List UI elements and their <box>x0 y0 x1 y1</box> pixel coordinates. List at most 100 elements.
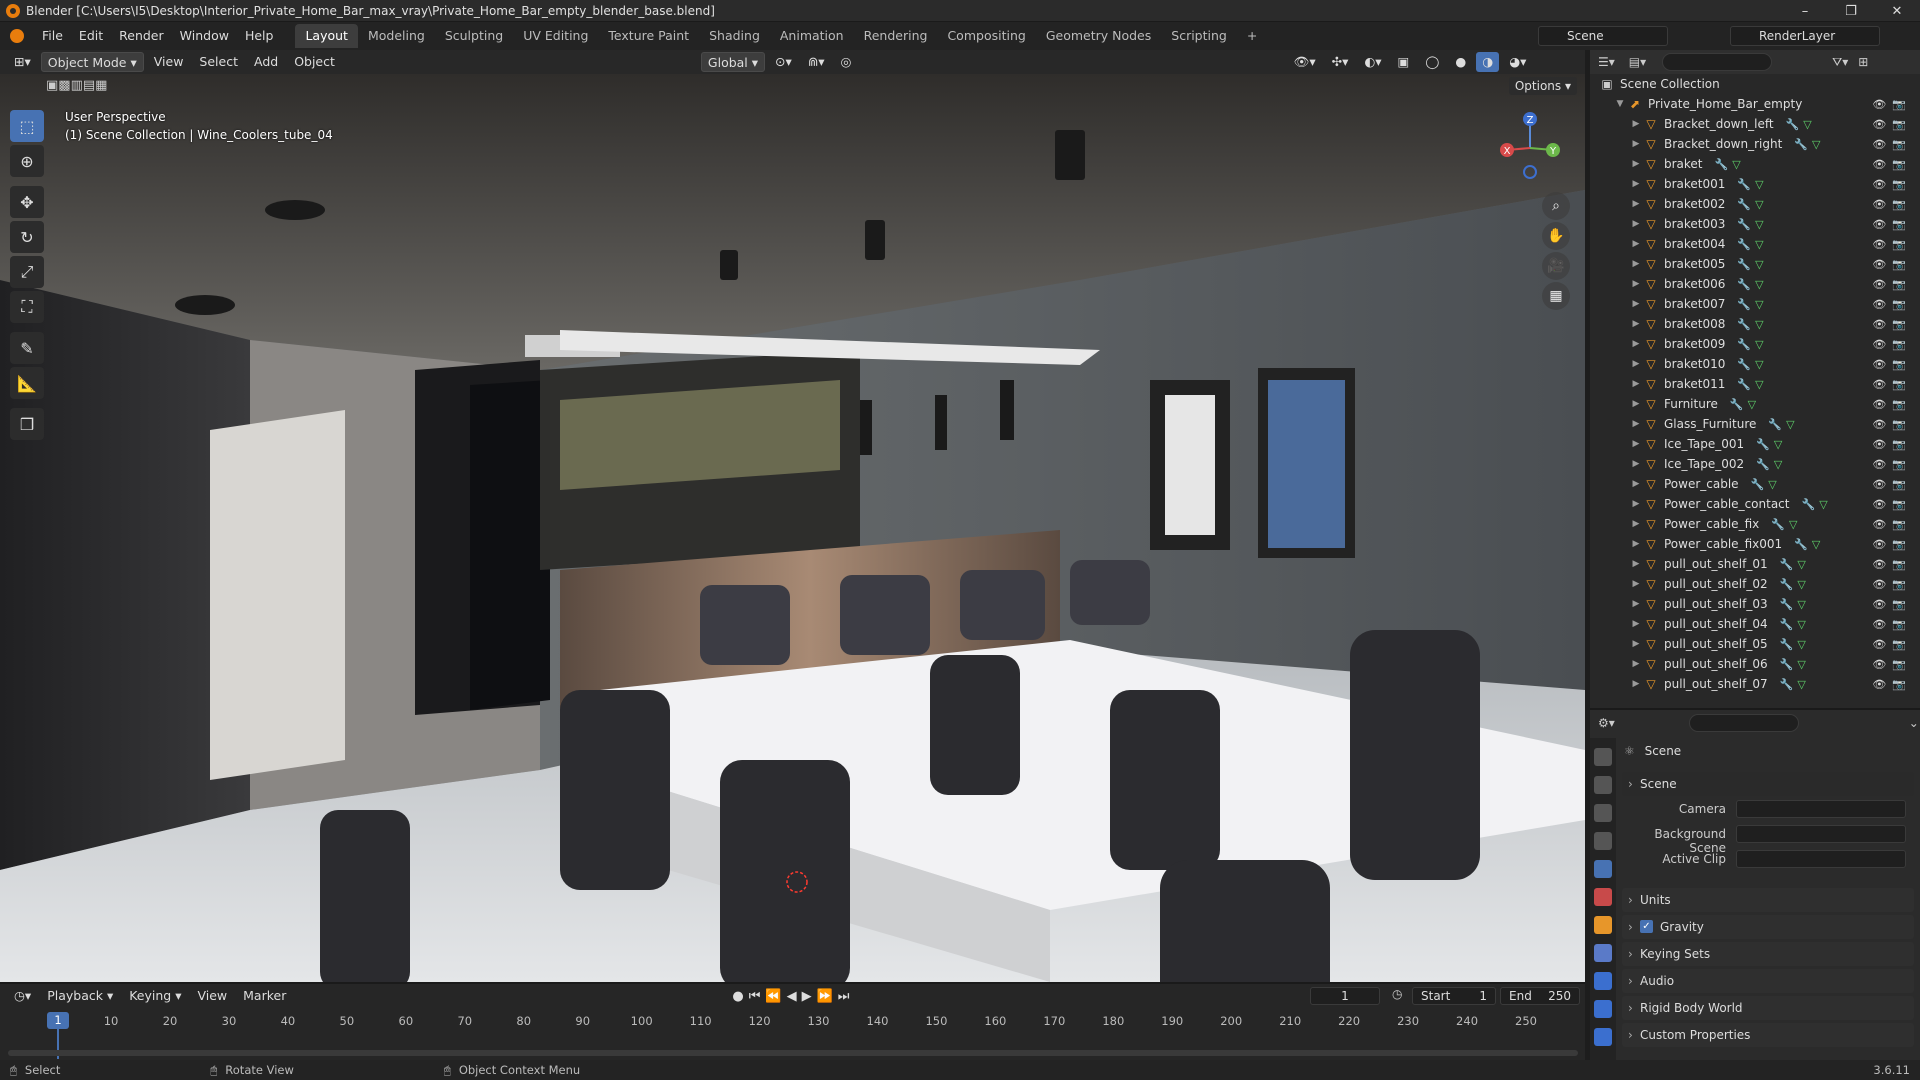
expand-triangle-icon[interactable]: ▶ <box>1630 339 1642 349</box>
section-keying-sets[interactable]: Keying Sets <box>1622 942 1914 966</box>
modifier-icon[interactable]: 🔧 <box>1786 118 1800 131</box>
expand-triangle-icon[interactable]: ▶ <box>1630 359 1642 369</box>
gravity-checkbox[interactable]: ✓ <box>1640 920 1653 933</box>
outliner-item[interactable]: ▶ ▽ Power_cable_fix 🔧 ▽ 👁📷 <box>1590 514 1920 534</box>
visibility-icons[interactable]: 👁📷 <box>1872 458 1912 471</box>
tab-texture-paint[interactable]: Texture Paint <box>598 24 699 48</box>
outliner-item[interactable]: ▶ ▽ Glass_Furniture 🔧 ▽ 👁📷 <box>1590 414 1920 434</box>
outliner-item[interactable]: ▶ ▽ braket002 🔧 ▽ 👁📷 <box>1590 194 1920 214</box>
visibility-icons[interactable]: 👁📷 <box>1872 678 1912 691</box>
expand-triangle-icon[interactable]: ▶ <box>1630 299 1642 309</box>
menu-edit[interactable]: Edit <box>71 25 111 47</box>
section-gravity[interactable]: ✓ Gravity <box>1622 915 1914 939</box>
mesh-data-icon[interactable]: ▽ <box>1774 438 1782 451</box>
object-tab-icon[interactable] <box>1594 916 1612 934</box>
outliner-item[interactable]: ▶ ▽ pull_out_shelf_07 🔧 ▽ 👁📷 <box>1590 674 1920 694</box>
visibility-icons[interactable]: 👁📷 <box>1872 418 1912 431</box>
expand-triangle-icon[interactable]: ▶ <box>1630 579 1642 589</box>
outliner-item[interactable]: ▶ ▽ Bracket_down_left 🔧 ▽ 👁📷 <box>1590 114 1920 134</box>
rendered-shading-icon[interactable]: ◕▾ <box>1503 52 1532 72</box>
modifier-icon[interactable]: 🔧 <box>1801 498 1815 511</box>
mesh-data-icon[interactable]: ▽ <box>1774 458 1782 471</box>
expand-triangle-icon[interactable]: ▼ <box>1614 99 1626 109</box>
modifier-icon[interactable]: 🔧 <box>1737 358 1751 371</box>
physics-tab-icon[interactable] <box>1594 1000 1612 1018</box>
proportional-edit-icon[interactable]: ◎ <box>835 52 858 72</box>
expand-triangle-icon[interactable]: ▶ <box>1630 219 1642 229</box>
modifier-icon[interactable]: 🔧 <box>1780 578 1794 591</box>
expand-triangle-icon[interactable]: ▶ <box>1630 279 1642 289</box>
properties-search-input[interactable] <box>1688 714 1799 732</box>
visibility-icons[interactable]: 👁📷 <box>1872 598 1912 611</box>
tab-animation[interactable]: Animation <box>770 24 854 48</box>
expand-triangle-icon[interactable]: ▶ <box>1630 459 1642 469</box>
rotate-tool[interactable]: ↻ <box>10 221 44 253</box>
expand-triangle-icon[interactable]: ▶ <box>1630 639 1642 649</box>
expand-triangle-icon[interactable]: ▶ <box>1630 659 1642 669</box>
outliner-item[interactable]: ▶ ▽ pull_out_shelf_05 🔧 ▽ 👁📷 <box>1590 634 1920 654</box>
outliner-item[interactable]: ▶ ▽ braket006 🔧 ▽ 👁📷 <box>1590 274 1920 294</box>
expand-triangle-icon[interactable]: ▶ <box>1630 259 1642 269</box>
tab-rendering[interactable]: Rendering <box>854 24 938 48</box>
visibility-icons[interactable]: 👁📷 <box>1872 398 1912 411</box>
visibility-icons[interactable]: 👁📷 <box>1872 618 1912 631</box>
outliner-item[interactable]: ▶ ▽ pull_out_shelf_04 🔧 ▽ 👁📷 <box>1590 614 1920 634</box>
transform-tool[interactable]: ⛶ <box>10 291 44 323</box>
expand-triangle-icon[interactable]: ▶ <box>1630 379 1642 389</box>
modifier-icon[interactable]: 🔧 <box>1737 298 1751 311</box>
mesh-data-icon[interactable]: ▽ <box>1812 138 1820 151</box>
menu-render[interactable]: Render <box>111 25 172 47</box>
view-layer-tab-icon[interactable] <box>1594 832 1612 850</box>
modifier-icon[interactable]: 🔧 <box>1737 318 1751 331</box>
modifier-icon[interactable]: 🔧 <box>1737 378 1751 391</box>
visibility-icons[interactable]: 👁📷 <box>1872 198 1912 211</box>
outliner-item[interactable]: ▶ ▽ braket007 🔧 ▽ 👁📷 <box>1590 294 1920 314</box>
tab-shading[interactable]: Shading <box>699 24 770 48</box>
mesh-data-icon[interactable]: ▽ <box>1803 118 1811 131</box>
visibility-icons[interactable]: 👁📷 <box>1872 318 1912 331</box>
visibility-icons[interactable]: 👁📷 <box>1872 658 1912 671</box>
mesh-data-icon[interactable]: ▽ <box>1797 578 1805 591</box>
modifier-icon[interactable]: 🔧 <box>1730 398 1744 411</box>
mesh-data-icon[interactable]: ▽ <box>1755 378 1763 391</box>
blender-menu-icon[interactable] <box>0 25 34 47</box>
outliner-item[interactable]: ▶ ▽ pull_out_shelf_06 🔧 ▽ 👁📷 <box>1590 654 1920 674</box>
render-tab-icon[interactable] <box>1594 776 1612 794</box>
mode-selector[interactable]: Object Mode ▾ <box>40 52 144 72</box>
expand-triangle-icon[interactable]: ▶ <box>1630 539 1642 549</box>
expand-triangle-icon[interactable]: ▶ <box>1630 499 1642 509</box>
playhead-frame[interactable]: 1 <box>47 1012 69 1029</box>
modifier-icon[interactable]: 🔧 <box>1780 678 1794 691</box>
tab-layout[interactable]: Layout <box>295 24 358 48</box>
add-cube-tool[interactable]: ❒ <box>10 408 44 440</box>
outliner-search-input[interactable] <box>1662 53 1773 71</box>
outliner-item[interactable]: ▶ ▽ Ice_Tape_002 🔧 ▽ 👁📷 <box>1590 454 1920 474</box>
modifier-icon[interactable]: 🔧 <box>1794 538 1808 551</box>
visibility-icons[interactable]: 👁📷 <box>1872 258 1912 271</box>
expand-triangle-icon[interactable]: ▶ <box>1630 519 1642 529</box>
expand-triangle-icon[interactable]: ▶ <box>1630 319 1642 329</box>
scene-tab-icon[interactable] <box>1594 860 1612 878</box>
pan-hand-icon[interactable]: ✋ <box>1542 222 1570 250</box>
close-icon[interactable]: ✕ <box>1874 0 1920 22</box>
solid-shading-icon[interactable]: ● <box>1449 52 1472 72</box>
expand-triangle-icon[interactable]: ▶ <box>1630 419 1642 429</box>
xray-icon[interactable]: ▣ <box>1392 52 1416 72</box>
options-button[interactable]: Options ▾ <box>1508 77 1577 95</box>
modifier-icon[interactable]: 🔧 <box>1737 258 1751 271</box>
expand-triangle-icon[interactable]: ▶ <box>1630 239 1642 249</box>
section-rigid-body-world[interactable]: Rigid Body World <box>1622 996 1914 1020</box>
restore-icon[interactable]: ❐ <box>1828 0 1874 22</box>
visibility-icon[interactable]: 👁▾ <box>1287 52 1321 72</box>
outliner-item[interactable]: ▶ ▽ braket008 🔧 ▽ 👁📷 <box>1590 314 1920 334</box>
mesh-data-icon[interactable]: ▽ <box>1755 338 1763 351</box>
expand-triangle-icon[interactable]: ▶ <box>1630 679 1642 689</box>
minimize-icon[interactable]: – <box>1782 0 1828 22</box>
outliner-item[interactable]: ▶ ▽ pull_out_shelf_02 🔧 ▽ 👁📷 <box>1590 574 1920 594</box>
section-units[interactable]: Units <box>1622 888 1914 912</box>
display-mode-icon[interactable]: ▤▾ <box>1629 55 1646 69</box>
annotate-tool[interactable]: ✎ <box>10 332 44 364</box>
modifier-icon[interactable]: 🔧 <box>1780 618 1794 631</box>
modifier-icon[interactable]: 🔧 <box>1751 478 1765 491</box>
menu-add[interactable]: Add <box>248 52 284 72</box>
